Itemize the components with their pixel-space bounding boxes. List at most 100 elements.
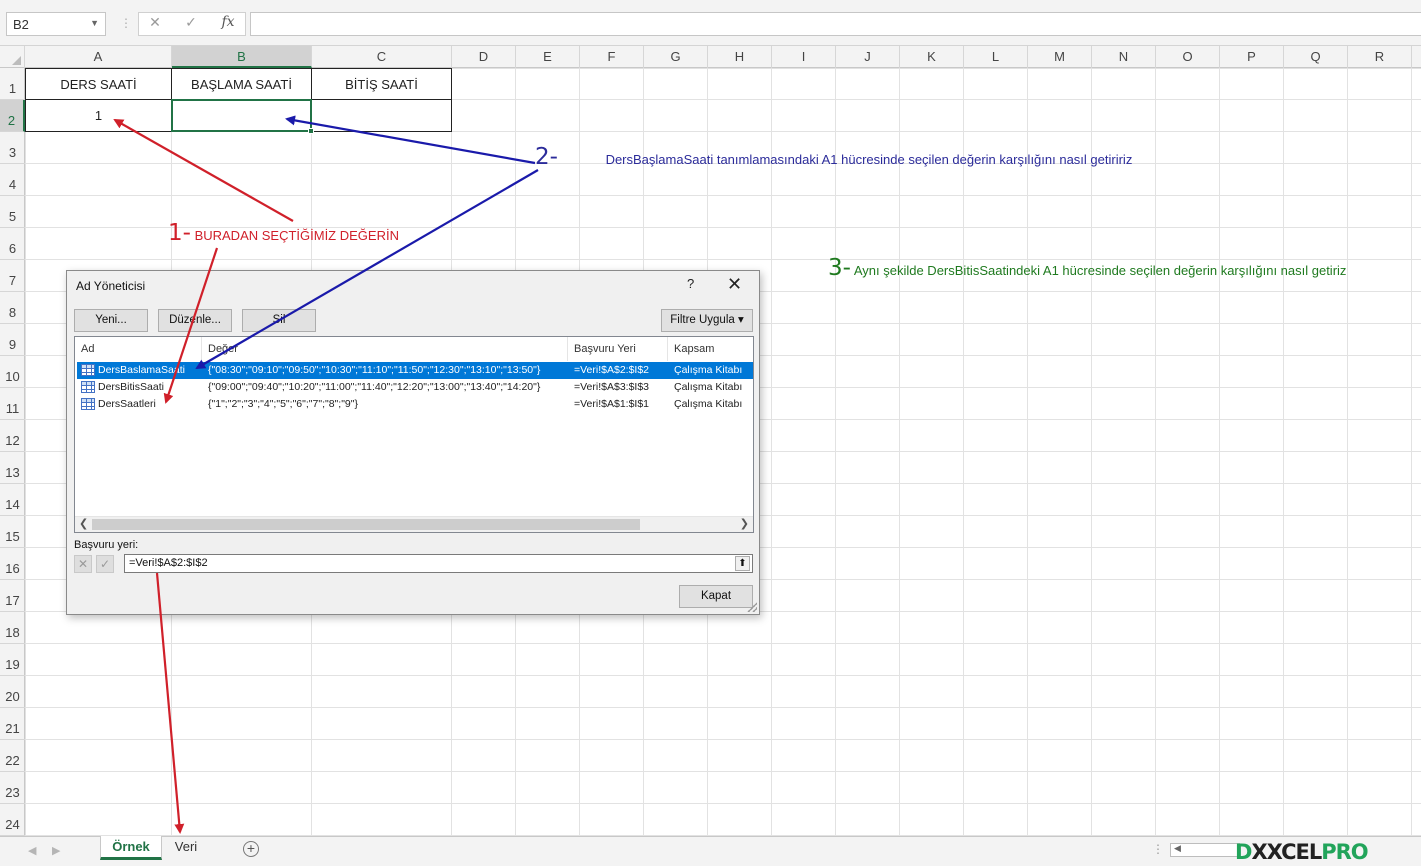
scrollbar-thumb[interactable] xyxy=(92,519,640,530)
cell-c2[interactable] xyxy=(311,99,452,132)
close-button[interactable]: Kapat xyxy=(679,585,753,608)
enter-check-icon[interactable]: ✓ xyxy=(181,14,201,31)
scroll-left-icon[interactable]: ❮ xyxy=(79,517,88,530)
list-row[interactable]: DersSaatleri {"1";"2";"3";"4";"5";"6";"7… xyxy=(77,396,753,413)
row-headers: 1 2 3 4 5 6 7 8 9 10 11 12 13 14 15 16 17 18 19 20 21 22 23 24 xyxy=(0,68,25,836)
horizontal-scrollbar[interactable]: ❮ ❯ xyxy=(75,516,753,532)
row-header-15[interactable]: 15 xyxy=(0,516,25,548)
row-header-22[interactable]: 22 xyxy=(0,740,25,772)
new-name-button[interactable]: Yeni... xyxy=(74,309,148,332)
column-header-f[interactable]: F xyxy=(580,46,644,68)
ref-ok-icon[interactable]: ✓ xyxy=(96,555,114,573)
row-header-7[interactable]: 7 xyxy=(0,260,25,292)
row-header-5[interactable]: 5 xyxy=(0,196,25,228)
delete-name-button[interactable]: Sil xyxy=(242,309,316,332)
ref-cancel-icon[interactable]: ✕ xyxy=(74,555,92,573)
column-header-d[interactable]: D xyxy=(452,46,516,68)
chevron-down-icon[interactable]: ▼ xyxy=(90,18,99,28)
gridline xyxy=(1219,68,1220,836)
column-header-m[interactable]: M xyxy=(1028,46,1092,68)
help-icon[interactable]: ? xyxy=(687,276,694,291)
row-header-10[interactable]: 10 xyxy=(0,356,25,388)
annotation-1-text: BURADAN SEÇTİĞİMİZ DEĞERİN xyxy=(194,228,399,243)
resize-grip-icon[interactable] xyxy=(747,602,757,612)
collapse-dialog-icon[interactable]: ⬆ xyxy=(735,556,750,571)
row-header-11[interactable]: 11 xyxy=(0,388,25,420)
annotation-2-text: DersBaşlamaSaati tanımlamasındaki A1 hüc… xyxy=(605,152,1133,167)
row-header-21[interactable]: 21 xyxy=(0,708,25,740)
column-header-n[interactable]: N xyxy=(1092,46,1156,68)
row-header-14[interactable]: 14 xyxy=(0,484,25,516)
table-icon xyxy=(81,364,95,376)
row-header-12[interactable]: 12 xyxy=(0,420,25,452)
column-header-b[interactable]: B xyxy=(172,46,312,68)
name-box[interactable]: B2 ▼ xyxy=(6,12,106,36)
column-header-r[interactable]: R xyxy=(1348,46,1412,68)
formula-input[interactable] xyxy=(250,12,1421,36)
row-header-6[interactable]: 6 xyxy=(0,228,25,260)
column-header-o[interactable]: O xyxy=(1156,46,1220,68)
column-header-q[interactable]: Q xyxy=(1284,46,1348,68)
column-header-i[interactable]: I xyxy=(772,46,836,68)
row-header-4[interactable]: 4 xyxy=(0,164,25,196)
row-header-9[interactable]: 9 xyxy=(0,324,25,356)
annotation-3-text: Aynı şekilde DersBitisSaatindeki A1 hücr… xyxy=(853,263,1347,278)
list-header-refers-to[interactable]: Başvuru Yeri xyxy=(568,337,668,361)
list-header-scope[interactable]: Kapsam xyxy=(668,337,753,361)
column-header-h[interactable]: H xyxy=(708,46,772,68)
row-header-13[interactable]: 13 xyxy=(0,452,25,484)
gridline xyxy=(25,707,1421,708)
sheet-horizontal-scrollbar[interactable]: ◀ xyxy=(1170,843,1240,857)
row-header-23[interactable]: 23 xyxy=(0,772,25,804)
names-list[interactable]: Ad Değer Başvuru Yeri Kapsam DersBaslama… xyxy=(74,336,754,533)
cell-a2[interactable]: 1 xyxy=(25,99,172,132)
cell-c1[interactable]: BİTİŞ SAATİ xyxy=(311,68,452,100)
tab-veri[interactable]: Veri xyxy=(164,836,208,860)
fill-handle[interactable] xyxy=(308,128,314,134)
column-header-p[interactable]: P xyxy=(1220,46,1284,68)
row-header-8[interactable]: 8 xyxy=(0,292,25,324)
add-sheet-icon[interactable]: + xyxy=(243,841,259,857)
row-header-20[interactable]: 20 xyxy=(0,676,25,708)
row-header-3[interactable]: 3 xyxy=(0,132,25,164)
cell-b1[interactable]: BAŞLAMA SAATİ xyxy=(171,68,312,100)
tab-ornek[interactable]: Örnek xyxy=(100,836,162,860)
prev-sheet-icon[interactable]: ◀ xyxy=(28,844,36,857)
list-row[interactable]: DersBitisSaati {"09:00";"09:40";"10:20";… xyxy=(77,379,753,396)
list-row[interactable]: DersBaslamaSaati {"08:30";"09:10";"09:50… xyxy=(77,362,753,379)
filter-button[interactable]: Filtre Uygula ▾ xyxy=(661,309,753,332)
row-ref: =Veri!$A$1:$I$1 xyxy=(574,398,650,410)
cell-a1[interactable]: DERS SAATİ xyxy=(25,68,172,100)
close-icon[interactable]: ✕ xyxy=(727,274,742,295)
row-name: DersSaatleri xyxy=(98,398,156,410)
row-ref: =Veri!$A$3:$I$3 xyxy=(574,381,650,393)
column-header-j[interactable]: J xyxy=(836,46,900,68)
list-header-value[interactable]: Değer xyxy=(202,337,568,361)
row-header-24[interactable]: 24 xyxy=(0,804,25,836)
refers-to-input[interactable]: =Veri!$A$2:$I$2 ⬆ xyxy=(124,554,753,573)
row-header-17[interactable]: 17 xyxy=(0,580,25,612)
scroll-right-icon[interactable]: ❯ xyxy=(740,517,749,530)
column-header-e[interactable]: E xyxy=(516,46,580,68)
row-header-16[interactable]: 16 xyxy=(0,548,25,580)
annotation-1-number: 1- xyxy=(168,220,191,246)
column-header-l[interactable]: L xyxy=(964,46,1028,68)
row-header-19[interactable]: 19 xyxy=(0,644,25,676)
column-header-g[interactable]: G xyxy=(644,46,708,68)
insert-function-icon[interactable]: fx xyxy=(218,14,238,30)
column-header-k[interactable]: K xyxy=(900,46,964,68)
column-header-a[interactable]: A xyxy=(25,46,172,68)
select-all-corner[interactable] xyxy=(0,46,25,68)
gridline xyxy=(25,195,1421,196)
row-header-1[interactable]: 1 xyxy=(0,68,25,100)
list-header-name[interactable]: Ad xyxy=(75,337,202,361)
row-value: {"09:00";"09:40";"10:20";"11:00";"11:40"… xyxy=(208,381,541,393)
gridline xyxy=(963,68,964,836)
cancel-icon[interactable]: ✕ xyxy=(145,14,165,31)
column-header-c[interactable]: C xyxy=(312,46,452,68)
row-header-18[interactable]: 18 xyxy=(0,612,25,644)
scroll-left-icon[interactable]: ◀ xyxy=(1174,843,1181,854)
next-sheet-icon[interactable]: ▶ xyxy=(52,844,60,857)
row-header-2[interactable]: 2 xyxy=(0,100,25,132)
edit-name-button[interactable]: Düzenle... xyxy=(158,309,232,332)
